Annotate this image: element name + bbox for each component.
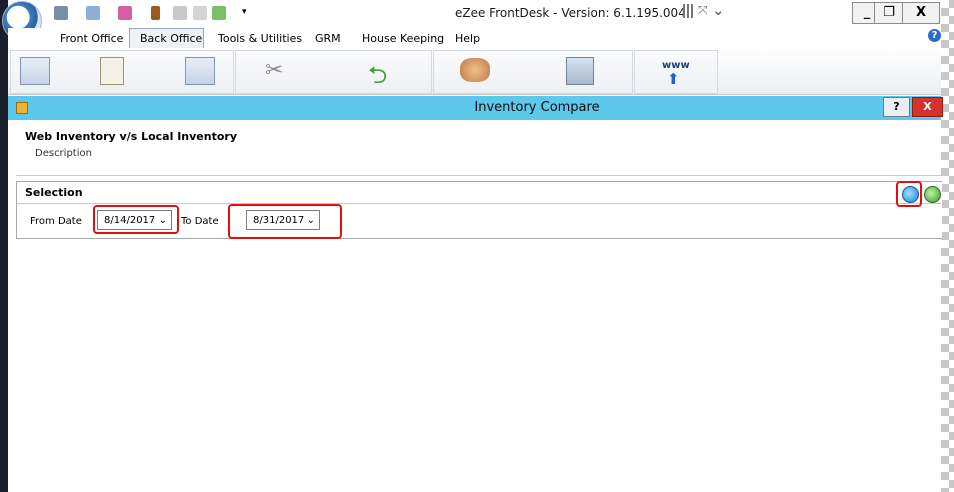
qat-marker-icon[interactable]: [118, 6, 132, 20]
qat-print-icon[interactable]: [54, 6, 68, 20]
qat-dropdown-icon[interactable]: ▾: [242, 7, 247, 17]
dialog-help-button[interactable]: ?: [883, 97, 910, 117]
menu-help[interactable]: Help: [455, 32, 480, 45]
grid-icon[interactable]: [683, 4, 695, 18]
close-button[interactable]: X: [902, 2, 940, 24]
menu-house-keeping[interactable]: House Keeping: [362, 32, 444, 45]
page-description: Description: [35, 148, 92, 159]
menu-front-office[interactable]: Front Office: [60, 32, 123, 45]
to-date-label: To Date: [181, 216, 219, 227]
qat-doc-icon[interactable]: [193, 6, 207, 20]
menu-back-office[interactable]: Back Office: [140, 32, 202, 45]
dialog-title: Inventory Compare: [474, 100, 600, 115]
help-icon[interactable]: ?: [928, 29, 941, 42]
left-edge: [0, 0, 8, 492]
search-button[interactable]: [902, 186, 919, 203]
ribbon-back-arrow-icon[interactable]: ⮌: [368, 58, 387, 99]
ribbon-user-card-icon[interactable]: [566, 57, 594, 85]
to-date-value: 8/31/2017: [253, 215, 305, 226]
chevron-down-icon[interactable]: ⌄: [307, 211, 315, 231]
menu-grm[interactable]: GRM: [315, 32, 341, 45]
from-date-label: From Date: [30, 216, 82, 227]
ribbon-notepad-icon[interactable]: [100, 57, 124, 85]
qat-report-icon[interactable]: [86, 6, 100, 20]
from-date-value: 8/14/2017: [104, 215, 156, 226]
divider: [16, 175, 941, 176]
menu-tools-utilities[interactable]: Tools & Utilities: [218, 32, 302, 45]
from-date-picker[interactable]: 8/14/2017 ⌄: [97, 210, 172, 230]
qat-book-icon[interactable]: [151, 6, 160, 20]
page-heading: Web Inventory v/s Local Inventory: [25, 130, 238, 143]
ribbon-import-icon[interactable]: [185, 57, 215, 85]
maximize-button[interactable]: ❐: [874, 2, 904, 24]
ribbon-handshake-icon[interactable]: [460, 58, 490, 82]
chevron-down-icon[interactable]: ⌄: [159, 211, 167, 231]
refresh-button[interactable]: [924, 186, 941, 203]
selection-header: [17, 182, 941, 204]
resize-icon[interactable]: ⤧: [698, 3, 708, 18]
chevron-down-icon[interactable]: ⌄: [712, 1, 725, 19]
ribbon-tools-icon[interactable]: ✂: [265, 58, 283, 83]
qat-check-icon[interactable]: [212, 6, 226, 20]
to-date-picker[interactable]: 8/31/2017 ⌄: [246, 210, 320, 230]
ribbon-export-icon[interactable]: [20, 57, 50, 85]
app-title: eZee FrontDesk - Version: 6.1.195.004: [455, 6, 686, 20]
transparent-edge: [941, 0, 954, 492]
qat-notes-icon[interactable]: [173, 6, 187, 20]
ribbon-upload-icon[interactable]: ⬆: [667, 70, 680, 88]
selection-title: Selection: [25, 186, 83, 199]
dialog-close-button[interactable]: X: [912, 97, 943, 117]
